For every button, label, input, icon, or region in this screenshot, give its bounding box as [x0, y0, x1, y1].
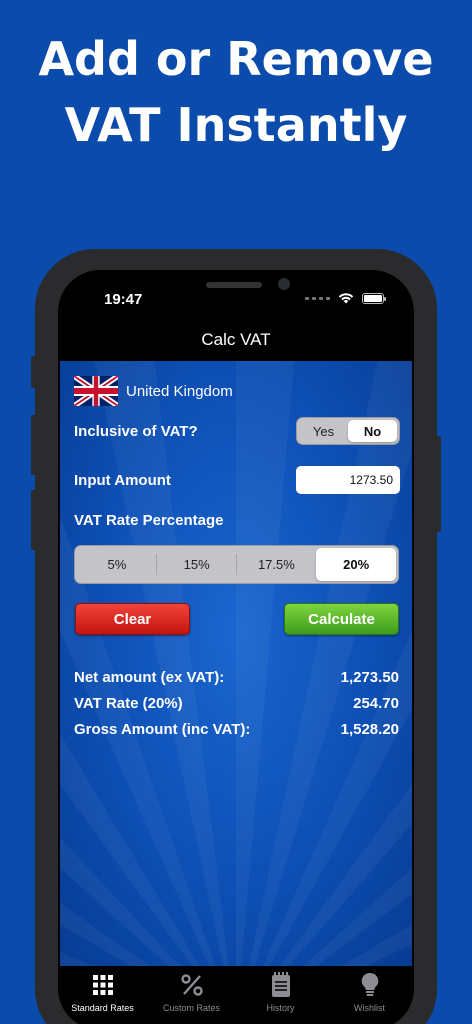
grid-icon: [90, 972, 116, 998]
vat-rate-option-17-5[interactable]: 17.5%: [237, 548, 317, 581]
vat-rate-label: VAT Rate Percentage: [74, 512, 224, 529]
notepad-icon: [268, 972, 294, 998]
cellular-signal-icon: [305, 296, 330, 300]
headline-line-1: Add or Remove: [38, 32, 434, 86]
nav-title: Calc VAT: [201, 330, 271, 349]
tab-wishlist[interactable]: Wishlist: [325, 966, 414, 1024]
tab-standard-rates[interactable]: Standard Rates: [58, 966, 147, 1024]
lightbulb-icon: [357, 972, 383, 998]
result-gross-row: Gross Amount (inc VAT): 1,528.20: [74, 721, 399, 738]
tab-label: History: [266, 1003, 295, 1013]
speaker-grille: [206, 282, 262, 288]
phone-volume-up: [31, 415, 36, 475]
front-camera: [278, 278, 290, 290]
inclusive-label: Inclusive of VAT?: [74, 423, 198, 440]
result-net-value: 1,273.50: [340, 669, 399, 686]
status-time: 19:47: [104, 291, 143, 308]
result-net-label: Net amount (ex VAT):: [74, 669, 225, 686]
result-vat-row: VAT Rate (20%) 254.70: [74, 695, 399, 712]
result-vat-value: 254.70: [353, 695, 399, 712]
input-amount-label: Input Amount: [74, 472, 171, 489]
tab-label: Standard Rates: [71, 1003, 134, 1013]
headline-line-2: VAT Instantly: [64, 98, 408, 152]
tab-label: Custom Rates: [162, 1003, 221, 1013]
phone-power-button: [436, 436, 441, 532]
promo-headline: Add or Remove VAT Instantly: [0, 26, 472, 158]
calculate-button[interactable]: Calculate: [284, 603, 399, 635]
wifi-icon: [338, 293, 354, 304]
result-gross-value: 1,528.20: [340, 721, 399, 738]
vat-rate-option-5[interactable]: 5%: [77, 548, 157, 581]
percent-icon: [179, 972, 205, 998]
clear-button[interactable]: Clear: [75, 603, 190, 635]
vat-rate-segmented-control: 5% 15% 17.5% 20%: [74, 545, 399, 584]
battery-icon: [362, 292, 386, 304]
country-name: United Kingdom: [126, 382, 233, 400]
calculator-content: United Kingdom Inclusive of VAT? Yes No …: [60, 361, 412, 966]
phone-side-button: [31, 356, 36, 388]
vat-rate-option-20[interactable]: 20%: [316, 548, 396, 581]
result-gross-label: Gross Amount (inc VAT):: [74, 721, 251, 738]
inclusive-no-option[interactable]: No: [348, 420, 397, 442]
tab-bar: Standard Rates Custom Rates History Wish…: [58, 966, 414, 1024]
inclusive-segmented-control: Yes No: [296, 417, 400, 445]
input-amount-field[interactable]: [296, 466, 400, 494]
tab-history[interactable]: History: [236, 966, 325, 1024]
country-selector[interactable]: United Kingdom: [74, 376, 233, 406]
uk-flag-icon: [74, 376, 118, 406]
tab-custom-rates[interactable]: Custom Rates: [147, 966, 236, 1024]
vat-rate-option-15[interactable]: 15%: [157, 548, 237, 581]
tab-label: Wishlist: [354, 1003, 385, 1013]
inclusive-yes-option[interactable]: Yes: [299, 420, 348, 442]
status-icons: [305, 292, 386, 304]
phone-screen: 19:47 Calc VAT United Kingdom Inclusive …: [58, 270, 414, 1024]
result-vat-label: VAT Rate (20%): [74, 695, 183, 712]
phone-volume-down: [31, 490, 36, 550]
result-net-row: Net amount (ex VAT): 1,273.50: [74, 669, 399, 686]
